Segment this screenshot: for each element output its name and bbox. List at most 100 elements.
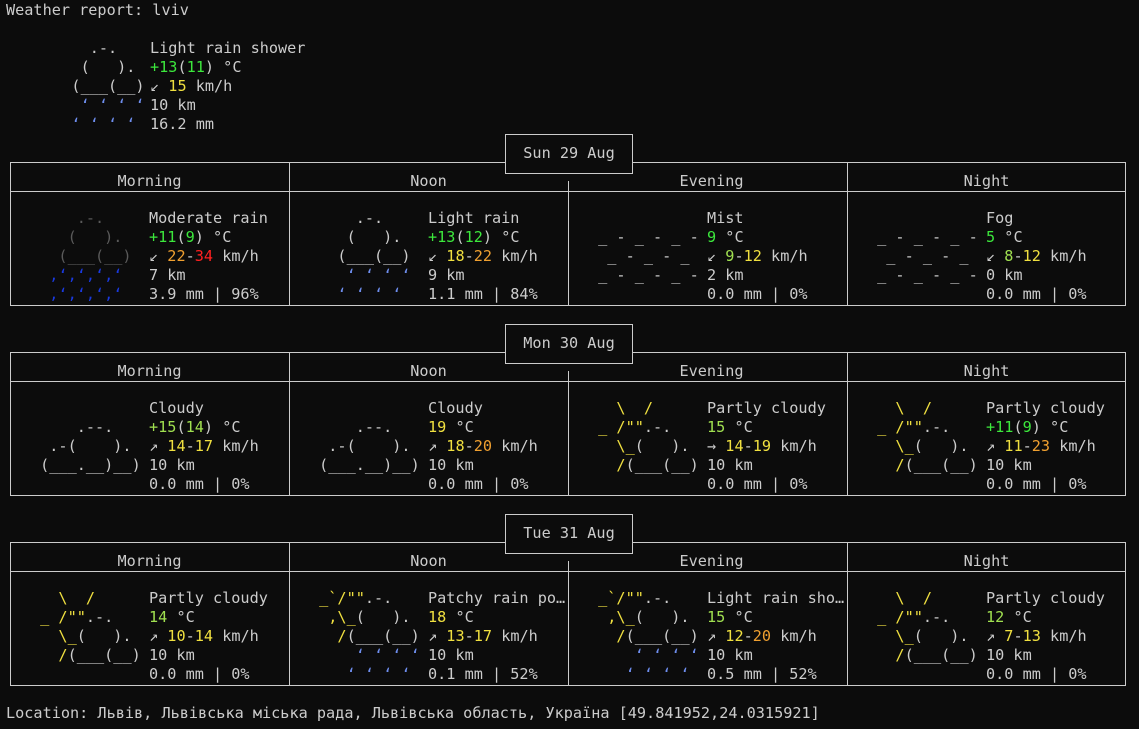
art-row: _ - _ - _ -: [868, 228, 987, 247]
art-segment: ʻ ʻ ʻ ʻ: [310, 665, 429, 683]
cell-wind: → 14-19 km/h: [707, 437, 817, 456]
art-row: _`/"".-.: [589, 589, 708, 608]
art-row: (___.__)__): [31, 456, 150, 475]
wind-min: 10: [167, 627, 186, 645]
precip-text: 0.0 mm | 0%: [986, 475, 1087, 493]
art-segment: (___(__): [346, 627, 429, 645]
art-segment: ( ).: [913, 627, 987, 645]
wind-arrow-icon: ↙: [428, 247, 447, 265]
wind-max: 19: [752, 437, 772, 455]
period-header-evening: Evening: [679, 362, 744, 380]
art-segment: .-( ).: [310, 437, 429, 455]
art-segment: (___.__)__): [310, 456, 429, 474]
art-segment: ʻ ʻ ʻ ʻ: [589, 665, 708, 683]
art-segment: .-.: [44, 39, 163, 57]
paren: ): [1031, 418, 1041, 436]
art-row: /(___(__): [868, 456, 987, 475]
cell-wind: ↙ 8-12 km/h: [986, 247, 1087, 266]
temp-unit: ) °C: [204, 58, 242, 76]
temp-value: +11: [149, 228, 177, 246]
current-visibility: 10 km: [150, 96, 196, 115]
precip-text: 0.0 mm | 0%: [986, 665, 1087, 683]
art-row: ʻ ʻ ʻ ʻ: [310, 266, 429, 285]
art-row: [310, 399, 429, 418]
cell-description: Cloudy: [149, 399, 204, 418]
wind-unit: km/h: [492, 247, 538, 265]
wind-arrow-icon: ↗: [149, 627, 168, 645]
cell-visibility: 9 km: [428, 266, 465, 285]
art-segment: /: [589, 456, 626, 474]
wind-arrow-icon: ↗: [986, 437, 1005, 455]
temp-unit: °C: [995, 228, 1023, 246]
visibility-text: 10 km: [149, 646, 195, 664]
precip-text: 0.0 mm | 0%: [707, 285, 808, 303]
period-header-morning: Morning: [117, 552, 182, 570]
temp-unit: °C: [213, 418, 241, 436]
visibility-text: 10 km: [428, 646, 474, 664]
cell-description: Mist: [707, 209, 744, 228]
desc-text: Light rain sho…: [707, 589, 845, 607]
paren: (: [176, 418, 186, 436]
cell-description: Patchy rain po…: [428, 589, 565, 608]
cell-temperature: 18 °C: [428, 608, 474, 627]
wind-min: 14: [725, 437, 744, 455]
cell-temperature: +13(12) °C: [428, 228, 519, 247]
art-row: ,\_( ).: [589, 608, 708, 627]
art-row: [589, 209, 708, 228]
paren: (: [455, 228, 465, 246]
art-row: /(___(__): [589, 627, 708, 646]
art-segment: .-.: [85, 608, 150, 626]
period-header-noon: Noon: [410, 552, 447, 570]
temp-value: +11: [986, 418, 1014, 436]
cell-visibility: 10 km: [707, 456, 753, 475]
temp-value: 18: [428, 608, 447, 626]
period-header-night: Night: [963, 172, 1010, 190]
temp-value: 5: [986, 228, 996, 246]
cell-visibility: 2 km: [707, 266, 744, 285]
art-row: (___.__)__): [310, 456, 429, 475]
art-row: _ /"".-.: [868, 608, 987, 627]
art-row: .-( ).: [31, 437, 150, 456]
wind-unit: km/h: [1040, 627, 1087, 645]
visibility-text: 10 km: [707, 646, 753, 664]
art-row: \_( ).: [31, 627, 150, 646]
wind-unit: km/h: [186, 77, 233, 95]
cell-temperature: +15(14) °C: [149, 418, 240, 437]
temp-value: 14: [149, 608, 168, 626]
art-segment: ʻ ʻ ʻ ʻ: [310, 285, 429, 303]
cell-precipitation: 0.0 mm | 0%: [149, 475, 250, 494]
terminal-window: Weather report: lviv .-. ( ). (___(__) ʻ…: [0, 0, 1139, 729]
art-segment: \ /: [868, 589, 987, 607]
wind-max: 23: [1031, 437, 1051, 455]
current-desc-text: Light rain shower: [150, 39, 306, 57]
wind-unit: km/h: [771, 437, 817, 455]
cell-description: Light rain: [428, 209, 519, 228]
wind-min: 12: [725, 627, 744, 645]
art-row: _ - _ - _ -: [868, 266, 987, 285]
cell-precipitation: 0.0 mm | 0%: [707, 285, 808, 304]
paren: (: [1013, 418, 1023, 436]
art-segment: (___(__): [625, 456, 708, 474]
visibility-text: 10 km: [707, 456, 753, 474]
dash: -: [464, 437, 474, 455]
cell-wind: ↗ 13-17 km/h: [428, 627, 538, 646]
cell-visibility: 10 km: [428, 646, 474, 665]
art-segment: (___(__): [31, 247, 150, 265]
dash: -: [464, 247, 474, 265]
art-segment: _ - _ - _ -: [868, 266, 987, 284]
feels-like-value: 12: [464, 228, 483, 246]
art-row: [589, 475, 708, 494]
precip-text: 3.9 mm | 96%: [149, 285, 259, 303]
art-segment: [868, 209, 987, 227]
art-segment: _`/"": [310, 589, 365, 607]
art-segment: ( ).: [913, 437, 987, 455]
art-row: ( ).: [44, 58, 163, 77]
art-row: [868, 285, 987, 304]
location-line: Location: Львів, Львівська міська рада, …: [6, 704, 820, 722]
period-header-morning: Morning: [117, 362, 182, 380]
art-row: _ - _ - _ -: [589, 228, 708, 247]
cell-description: Fog: [986, 209, 1013, 228]
wind-arrow-icon: ↙: [149, 247, 168, 265]
art-segment: (___(__): [904, 646, 987, 664]
current-wind: ↙ 15 km/h: [150, 77, 232, 96]
